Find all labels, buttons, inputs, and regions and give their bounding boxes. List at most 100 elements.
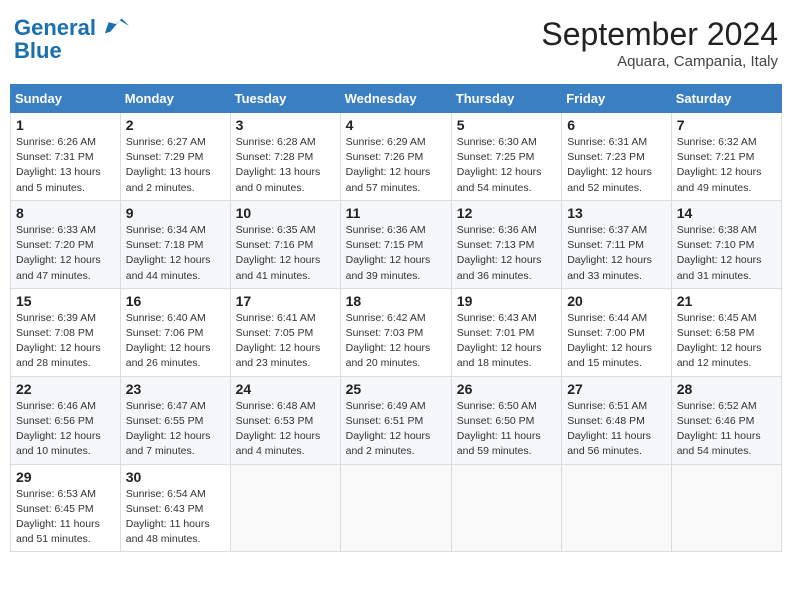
day-info: Sunrise: 6:31 AM Sunset: 7:23 PM Dayligh… — [567, 135, 666, 196]
day-info: Sunrise: 6:43 AM Sunset: 7:01 PM Dayligh… — [457, 311, 556, 372]
calendar-cell: 1 Sunrise: 6:26 AM Sunset: 7:31 PM Daylig… — [11, 113, 121, 201]
day-info: Sunrise: 6:50 AM Sunset: 6:50 PM Dayligh… — [457, 399, 556, 460]
calendar-cell: 25 Sunrise: 6:49 AM Sunset: 6:51 PM Dayli… — [340, 376, 451, 464]
calendar-cell — [340, 464, 451, 552]
logo-bird-icon — [103, 12, 131, 40]
calendar-cell — [671, 464, 781, 552]
calendar-week-row: 8Sunrise: 6:33 AM Sunset: 7:20 PM Daylig… — [11, 200, 782, 288]
day-number: 16 — [126, 293, 225, 309]
day-info: Sunrise: 6:48 AM Sunset: 6:53 PM Dayligh… — [236, 399, 335, 460]
day-number: 2 — [126, 117, 225, 133]
day-number: 23 — [126, 381, 225, 397]
calendar-cell: 4Sunrise: 6:29 AM Sunset: 7:26 PM Daylig… — [340, 113, 451, 201]
day-number: 5 — [457, 117, 556, 133]
day-info: Sunrise: 6:38 AM Sunset: 7:10 PM Dayligh… — [677, 223, 776, 284]
day-info: Sunrise: 6:53 AM Sunset: 6:45 PM Dayligh… — [16, 487, 115, 548]
day-number: 21 — [677, 293, 776, 309]
day-number: 25 — [346, 381, 446, 397]
day-info: Sunrise: 6:28 AM Sunset: 7:28 PM Dayligh… — [236, 135, 335, 196]
col-header-thursday: Thursday — [451, 85, 561, 113]
calendar-cell: 15 Sunrise: 6:39 AM Sunset: 7:08 PM Dayli… — [11, 288, 121, 376]
day-number: 13 — [567, 205, 666, 221]
day-info: Sunrise: 6:39 AM Sunset: 7:08 PM Dayligh… — [16, 311, 115, 372]
calendar-cell: 10Sunrise: 6:35 AM Sunset: 7:16 PM Dayli… — [230, 200, 340, 288]
day-info: Sunrise: 6:27 AM Sunset: 7:29 PM Dayligh… — [126, 135, 225, 196]
day-info: Sunrise: 6:34 AM Sunset: 7:18 PM Dayligh… — [126, 223, 225, 284]
day-info: Sunrise: 6:54 AM Sunset: 6:43 PM Dayligh… — [126, 487, 225, 548]
logo-general: General — [14, 15, 96, 40]
day-number: 30 — [126, 469, 225, 485]
month-title: September 2024 — [541, 16, 778, 53]
day-number: 1 — [16, 117, 115, 133]
calendar-cell: 2 Sunrise: 6:27 AM Sunset: 7:29 PM Daylig… — [120, 113, 230, 201]
calendar-cell: 11 Sunrise: 6:36 AM Sunset: 7:15 PM Dayli… — [340, 200, 451, 288]
calendar-cell: 3 Sunrise: 6:28 AM Sunset: 7:28 PM Daylig… — [230, 113, 340, 201]
calendar-cell: 26Sunrise: 6:50 AM Sunset: 6:50 PM Dayli… — [451, 376, 561, 464]
logo-text: General — [14, 16, 131, 40]
day-info: Sunrise: 6:42 AM Sunset: 7:03 PM Dayligh… — [346, 311, 446, 372]
col-header-friday: Friday — [562, 85, 672, 113]
calendar-cell: 24 Sunrise: 6:48 AM Sunset: 6:53 PM Dayli… — [230, 376, 340, 464]
calendar-cell: 8Sunrise: 6:33 AM Sunset: 7:20 PM Daylig… — [11, 200, 121, 288]
day-number: 3 — [236, 117, 335, 133]
calendar-cell: 5 Sunrise: 6:30 AM Sunset: 7:25 PM Daylig… — [451, 113, 561, 201]
day-number: 4 — [346, 117, 446, 133]
calendar-cell: 13 Sunrise: 6:37 AM Sunset: 7:11 PM Dayli… — [562, 200, 672, 288]
calendar-week-row: 1 Sunrise: 6:26 AM Sunset: 7:31 PM Daylig… — [11, 113, 782, 201]
calendar-cell: 20 Sunrise: 6:44 AM Sunset: 7:00 PM Dayli… — [562, 288, 672, 376]
calendar-cell: 12 Sunrise: 6:36 AM Sunset: 7:13 PM Dayli… — [451, 200, 561, 288]
calendar-cell — [230, 464, 340, 552]
day-number: 9 — [126, 205, 225, 221]
day-number: 7 — [677, 117, 776, 133]
day-info: Sunrise: 6:46 AM Sunset: 6:56 PM Dayligh… — [16, 399, 115, 460]
calendar-week-row: 15 Sunrise: 6:39 AM Sunset: 7:08 PM Dayli… — [11, 288, 782, 376]
col-header-monday: Monday — [120, 85, 230, 113]
calendar-cell: 19 Sunrise: 6:43 AM Sunset: 7:01 PM Dayli… — [451, 288, 561, 376]
day-number: 22 — [16, 381, 115, 397]
day-info: Sunrise: 6:51 AM Sunset: 6:48 PM Dayligh… — [567, 399, 666, 460]
day-number: 20 — [567, 293, 666, 309]
logo: General Blue — [14, 16, 131, 62]
day-number: 14 — [677, 205, 776, 221]
header: General Blue September 2024 Aquara, Camp… — [10, 10, 782, 76]
calendar-cell: 21 Sunrise: 6:45 AM Sunset: 6:58 PM Dayli… — [671, 288, 781, 376]
day-info: Sunrise: 6:49 AM Sunset: 6:51 PM Dayligh… — [346, 399, 446, 460]
calendar-cell: 7 Sunrise: 6:32 AM Sunset: 7:21 PM Daylig… — [671, 113, 781, 201]
day-info: Sunrise: 6:41 AM Sunset: 7:05 PM Dayligh… — [236, 311, 335, 372]
calendar-cell: 14 Sunrise: 6:38 AM Sunset: 7:10 PM Dayli… — [671, 200, 781, 288]
day-info: Sunrise: 6:44 AM Sunset: 7:00 PM Dayligh… — [567, 311, 666, 372]
col-header-wednesday: Wednesday — [340, 85, 451, 113]
day-info: Sunrise: 6:37 AM Sunset: 7:11 PM Dayligh… — [567, 223, 666, 284]
calendar-cell: 17 Sunrise: 6:41 AM Sunset: 7:05 PM Dayli… — [230, 288, 340, 376]
day-number: 10 — [236, 205, 335, 221]
calendar-week-row: 22 Sunrise: 6:46 AM Sunset: 6:56 PM Dayli… — [11, 376, 782, 464]
col-header-tuesday: Tuesday — [230, 85, 340, 113]
day-number: 11 — [346, 205, 446, 221]
calendar-cell: 22 Sunrise: 6:46 AM Sunset: 6:56 PM Dayli… — [11, 376, 121, 464]
day-info: Sunrise: 6:45 AM Sunset: 6:58 PM Dayligh… — [677, 311, 776, 372]
day-info: Sunrise: 6:26 AM Sunset: 7:31 PM Dayligh… — [16, 135, 115, 196]
calendar-week-row: 29 Sunrise: 6:53 AM Sunset: 6:45 PM Dayli… — [11, 464, 782, 552]
day-number: 15 — [16, 293, 115, 309]
calendar-cell — [451, 464, 561, 552]
day-number: 18 — [346, 293, 446, 309]
day-number: 29 — [16, 469, 115, 485]
calendar-table: SundayMondayTuesdayWednesdayThursdayFrid… — [10, 84, 782, 552]
day-number: 8 — [16, 205, 115, 221]
day-info: Sunrise: 6:36 AM Sunset: 7:13 PM Dayligh… — [457, 223, 556, 284]
day-number: 24 — [236, 381, 335, 397]
day-number: 19 — [457, 293, 556, 309]
day-info: Sunrise: 6:52 AM Sunset: 6:46 PM Dayligh… — [677, 399, 776, 460]
day-info: Sunrise: 6:30 AM Sunset: 7:25 PM Dayligh… — [457, 135, 556, 196]
title-block: September 2024 Aquara, Campania, Italy — [541, 16, 778, 70]
calendar-cell: 9 Sunrise: 6:34 AM Sunset: 7:18 PM Daylig… — [120, 200, 230, 288]
calendar-cell: 6Sunrise: 6:31 AM Sunset: 7:23 PM Daylig… — [562, 113, 672, 201]
day-number: 12 — [457, 205, 556, 221]
calendar-cell — [562, 464, 672, 552]
day-number: 27 — [567, 381, 666, 397]
day-number: 17 — [236, 293, 335, 309]
day-info: Sunrise: 6:47 AM Sunset: 6:55 PM Dayligh… — [126, 399, 225, 460]
col-header-sunday: Sunday — [11, 85, 121, 113]
day-info: Sunrise: 6:32 AM Sunset: 7:21 PM Dayligh… — [677, 135, 776, 196]
day-info: Sunrise: 6:36 AM Sunset: 7:15 PM Dayligh… — [346, 223, 446, 284]
